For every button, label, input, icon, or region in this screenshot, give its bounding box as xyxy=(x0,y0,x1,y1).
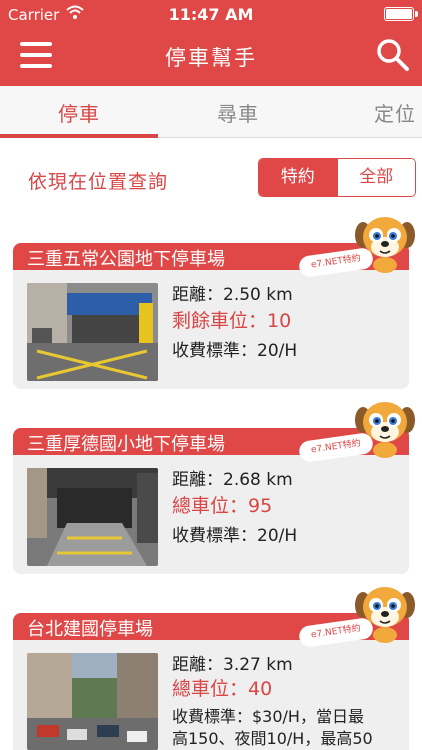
distance-text: 距離：2.68 km xyxy=(172,470,293,490)
filter-segmented-control: 特約 全部 xyxy=(258,158,416,197)
parking-lot-card[interactable]: 台北建國停車場 e7.NET特約 距離：3.27 km 總車位：40 收費標準：… xyxy=(13,587,415,750)
dog-mascot-icon xyxy=(355,587,415,643)
dog-mascot-icon xyxy=(355,217,415,273)
fee-text: 收費標準：$30/H，當日最 xyxy=(172,707,364,726)
tab-parking[interactable]: 停車 xyxy=(58,98,100,127)
parking-entrance-photo xyxy=(27,283,158,381)
fee-text: 收費標準：20/H xyxy=(172,341,298,361)
parking-lot-name: 三重厚德國小地下停車場 xyxy=(27,434,225,455)
app-header: Carrier 11:47 AM 停車幫手 xyxy=(0,0,422,86)
parking-lot-card[interactable]: 三重厚德國小地下停車場 e7.NET特約 距離：2.68 km 總車位：95 收… xyxy=(13,402,415,574)
parking-lot-name: 三重五常公園地下停車場 xyxy=(27,249,225,270)
tab-bar: 停車 尋車 定位 xyxy=(0,86,422,138)
distance-text: 距離：3.27 km xyxy=(172,655,293,675)
distance-text: 距離：2.50 km xyxy=(172,285,293,305)
battery-icon xyxy=(384,7,418,21)
search-icon[interactable] xyxy=(376,38,410,72)
active-tab-indicator xyxy=(0,134,158,138)
clock: 11:47 AM xyxy=(168,5,254,24)
tab-find-car[interactable]: 尋車 xyxy=(217,98,259,127)
parking-entrance-photo xyxy=(27,468,158,566)
fee-text-continued: 高150、夜間10/H，最高50 xyxy=(172,729,373,748)
query-label: 依現在位置查詢 xyxy=(28,171,169,193)
dog-mascot-icon xyxy=(355,402,415,458)
available-spaces-text: 剩餘車位：10 xyxy=(172,310,292,332)
page-title: 停車幫手 xyxy=(165,46,257,70)
total-spaces-text: 總車位：40 xyxy=(172,678,273,700)
parking-lot-name: 台北建國停車場 xyxy=(27,619,153,640)
filter-all-button[interactable]: 全部 xyxy=(336,159,415,196)
fee-text: 收費標準：20/H xyxy=(172,526,298,546)
filter-contracted-button[interactable]: 特約 xyxy=(259,159,337,196)
status-bar: Carrier 11:47 AM xyxy=(0,0,422,28)
parking-lot-card[interactable]: 三重五常公園地下停車場 e7.NET特約 距離：2.50 km 剩餘車位：10 … xyxy=(13,217,415,389)
parking-lot-photo xyxy=(27,653,158,750)
tab-location[interactable]: 定位 xyxy=(374,98,416,127)
total-spaces-text: 總車位：95 xyxy=(172,495,273,517)
